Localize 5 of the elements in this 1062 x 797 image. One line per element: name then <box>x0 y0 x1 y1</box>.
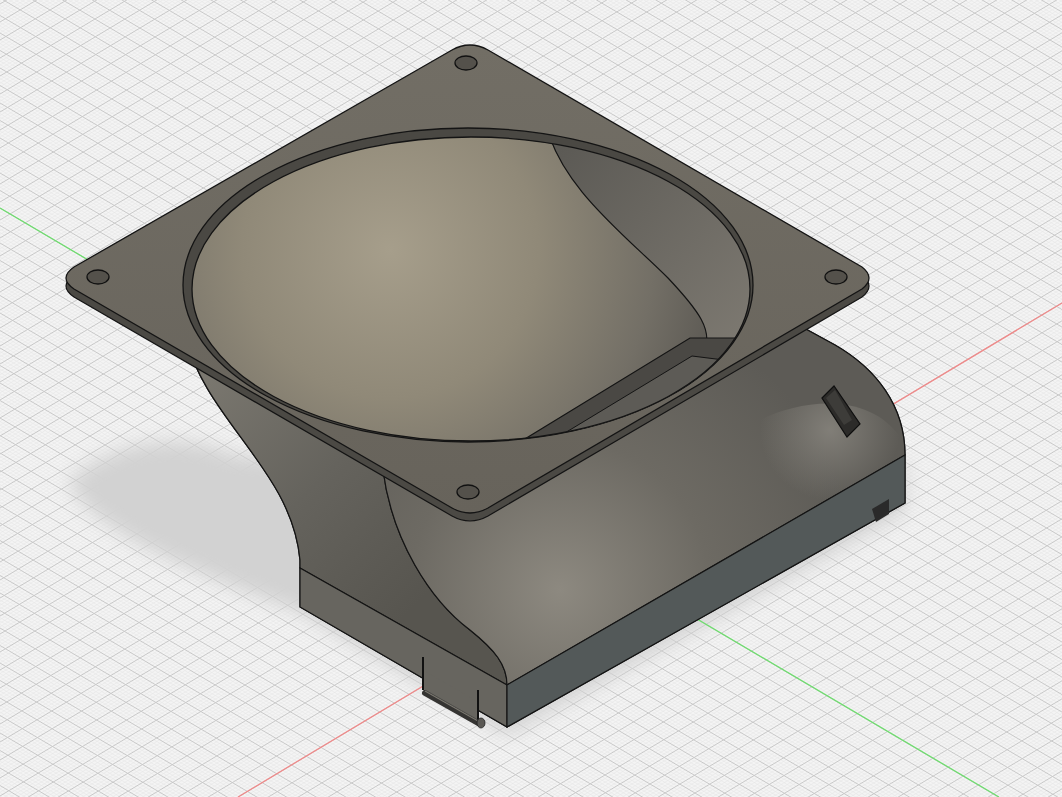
mounting-hole <box>86 269 110 285</box>
mounting-hole <box>456 484 480 500</box>
mounting-hole <box>824 269 848 285</box>
vent-slot <box>821 385 861 438</box>
mounting-hole <box>454 55 478 71</box>
